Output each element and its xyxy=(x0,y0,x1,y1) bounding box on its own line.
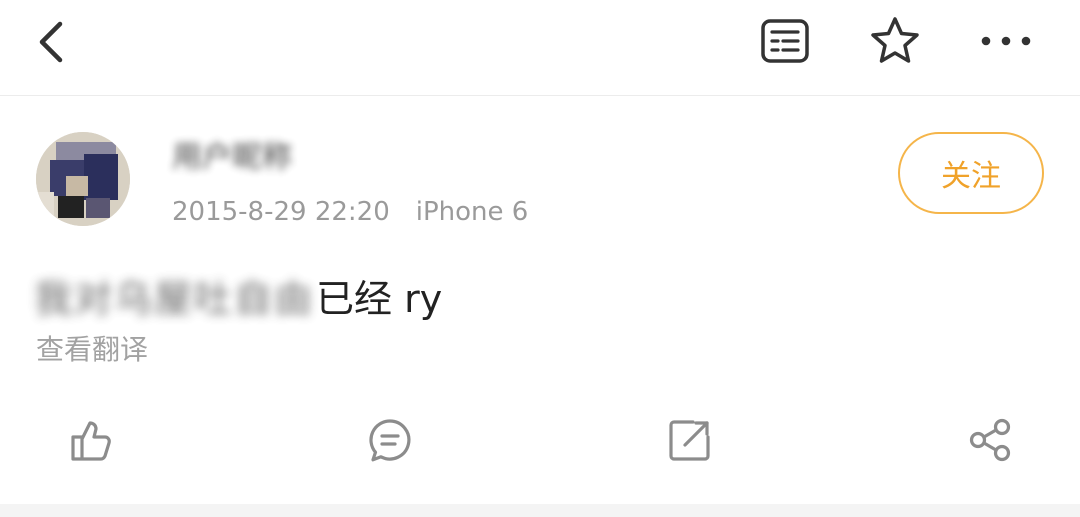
thumbs-up-icon xyxy=(71,421,111,461)
repost-button[interactable] xyxy=(662,412,718,468)
post-content-hidden: 我对乌屋吐自由 xyxy=(34,276,315,321)
top-navbar xyxy=(0,0,1080,96)
post-meta: 2015-8-29 22:20 iPhone 6 xyxy=(172,194,528,230)
share-icon xyxy=(969,418,1011,462)
more-button[interactable] xyxy=(970,10,1042,72)
reader-mode-icon xyxy=(761,19,809,63)
comment-icon xyxy=(369,419,411,462)
comment-button[interactable] xyxy=(362,412,418,468)
avatar[interactable] xyxy=(36,132,130,226)
post-timestamp: 2015-8-29 22:20 xyxy=(172,197,390,227)
post-content: 我对乌屋吐自由 已经 ry xyxy=(34,270,443,321)
repost-icon xyxy=(669,420,710,461)
weibo-post-page: 用户昵称 2015-8-29 22:20 iPhone 6 关注 我对乌屋吐自由… xyxy=(0,0,1080,517)
share-button[interactable] xyxy=(962,412,1018,468)
avatar-image xyxy=(36,132,130,226)
chevron-left-icon xyxy=(39,21,63,63)
follow-button[interactable]: 关注 xyxy=(898,132,1044,214)
like-button[interactable] xyxy=(62,412,118,468)
favorite-button[interactable] xyxy=(862,10,928,72)
back-button[interactable] xyxy=(20,12,84,72)
star-icon xyxy=(871,17,919,63)
username[interactable]: 用户昵称 xyxy=(172,138,368,178)
post-content-text: 已经 ry xyxy=(316,276,443,321)
post-device: iPhone 6 xyxy=(415,197,529,227)
section-divider xyxy=(0,504,1080,517)
view-translation-link[interactable]: 查看翻译 xyxy=(36,330,148,370)
more-dots-icon xyxy=(981,36,1031,46)
reader-mode-button[interactable] xyxy=(752,10,818,72)
